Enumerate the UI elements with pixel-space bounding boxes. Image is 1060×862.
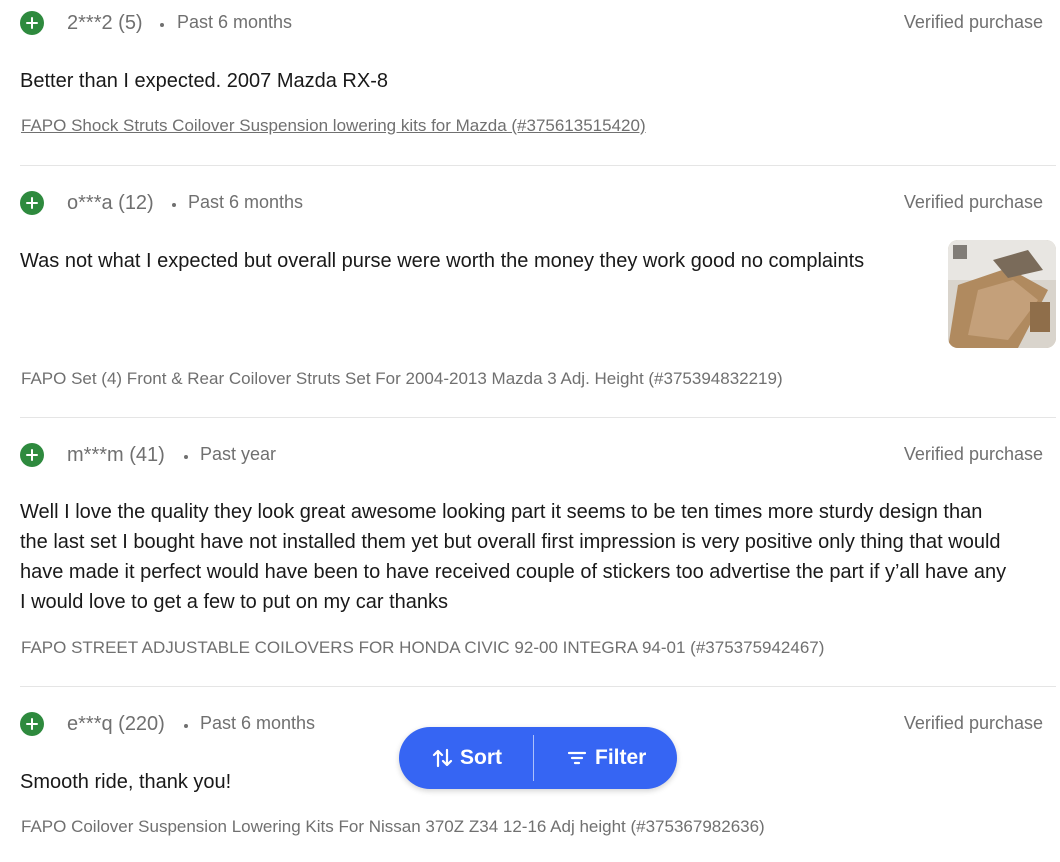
divider <box>20 165 1056 166</box>
separator-dot <box>184 724 188 728</box>
review-comment: Better than I expected. 2007 Mazda RX-8 <box>20 70 388 92</box>
review-photo-thumbnail[interactable] <box>948 240 1056 348</box>
review-time: Past year <box>200 444 277 464</box>
verified-purchase-label: Verified purchase <box>903 444 1043 464</box>
positive-rating-icon <box>20 712 44 736</box>
sort-arrows-icon <box>432 748 453 768</box>
positive-rating-icon <box>20 443 44 467</box>
filter-lines-icon <box>567 751 587 765</box>
separator-dot <box>184 455 188 459</box>
sort-label: Sort <box>460 746 502 769</box>
review-comment-line: the last set I bought have not installed… <box>20 531 1001 553</box>
review-card: m***m (41) Past year Verified purchase W… <box>20 441 1056 661</box>
review-comment-line: Well I love the quality they look great … <box>20 501 983 523</box>
positive-rating-icon <box>20 11 44 35</box>
review-card: 2***2 (5) Past 6 months Verified purchas… <box>20 9 1056 139</box>
divider <box>20 417 1056 418</box>
review-feed: 2***2 (5) Past 6 months Verified purchas… <box>0 0 1060 862</box>
sort-button[interactable]: Sort <box>432 727 502 789</box>
reviewer-name[interactable]: m***m (41) <box>67 444 165 467</box>
review-comment: Was not what I expected but overall purs… <box>20 250 865 272</box>
review-time: Past 6 months <box>177 12 293 32</box>
reviewer-name[interactable]: o***a (12) <box>67 192 154 215</box>
divider <box>20 686 1056 687</box>
review-header: 2***2 (5) Past 6 months Verified purchas… <box>20 9 1056 37</box>
verified-purchase-label: Verified purchase <box>903 192 1043 212</box>
review-photo-image <box>948 240 1056 348</box>
reviewer-name[interactable]: 2***2 (5) <box>67 12 143 35</box>
review-header: o***a (12) Past 6 months Verified purcha… <box>20 189 1056 217</box>
purchased-item-text[interactable]: FAPO STREET ADJUSTABLE COILOVERS FOR HON… <box>21 638 824 658</box>
review-card: o***a (12) Past 6 months Verified purcha… <box>20 189 1056 389</box>
filter-label: Filter <box>595 746 647 769</box>
sort-filter-toolbar: Sort Filter <box>399 727 677 789</box>
review-comment: Smooth ride, thank you! <box>20 771 232 793</box>
purchased-item-link[interactable]: FAPO Shock Struts Coilover Suspension lo… <box>21 116 646 136</box>
review-comment-line: I would love to get a few to put on my c… <box>20 591 449 613</box>
toolbar-divider <box>533 735 534 781</box>
positive-rating-icon <box>20 191 44 215</box>
verified-purchase-label: Verified purchase <box>903 12 1043 32</box>
purchased-item-text[interactable]: FAPO Coilover Suspension Lowering Kits F… <box>21 817 765 837</box>
filter-button[interactable]: Filter <box>567 727 646 789</box>
separator-dot <box>160 23 164 27</box>
reviewer-name[interactable]: e***q (220) <box>67 713 165 736</box>
review-header: m***m (41) Past year Verified purchase <box>20 441 1056 469</box>
review-time: Past 6 months <box>188 192 304 212</box>
review-comment-line: have made it perfect would have been to … <box>20 561 1007 583</box>
verified-purchase-label: Verified purchase <box>903 713 1043 733</box>
purchased-item-text[interactable]: FAPO Set (4) Front & Rear Coilover Strut… <box>21 369 783 389</box>
review-time: Past 6 months <box>200 713 316 733</box>
separator-dot <box>172 203 176 207</box>
review-comment: Well I love the quality they look great … <box>20 497 1006 617</box>
